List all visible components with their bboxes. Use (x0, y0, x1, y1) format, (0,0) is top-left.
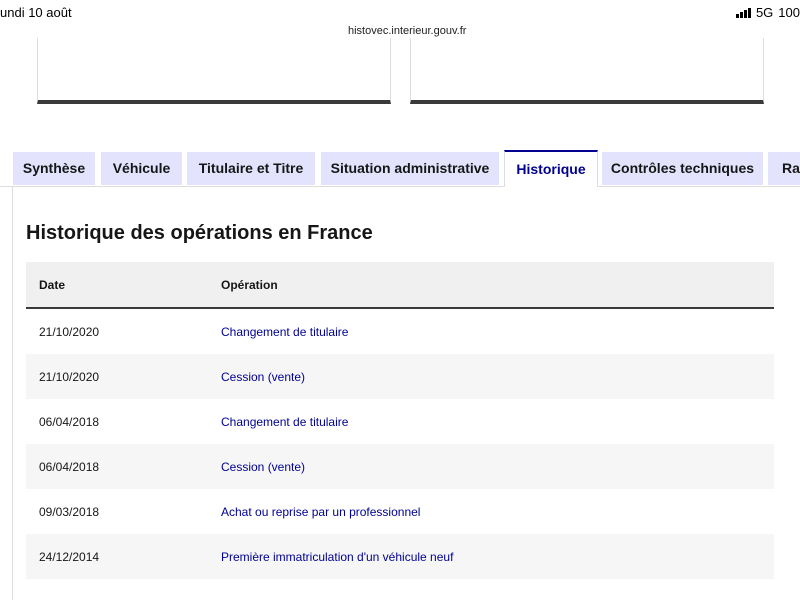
row-date: 06/04/2018 (26, 444, 221, 489)
row-date: 21/10/2020 (26, 354, 221, 399)
operation-link[interactable]: Cession (vente) (221, 460, 305, 474)
info-card-right (410, 38, 764, 104)
column-header-operation: Opération (221, 262, 774, 309)
row-operation: Changement de titulaire (221, 399, 774, 444)
row-date: 06/04/2018 (39, 414, 100, 429)
row-operation: Changement de titulaire (221, 308, 774, 354)
url-bar[interactable]: histovec.interieur.gouv.fr (338, 23, 477, 39)
tab-bar: Synthèse Véhicule Titulaire et Titre Sit… (0, 150, 800, 187)
table-row: 21/10/2020 Changement de titulaire (26, 308, 774, 354)
table-row: 21/10/2020 Cession (vente) (26, 354, 774, 399)
table-row: 06/04/2018 Cession (vente) (26, 444, 774, 489)
row-operation: Première immatriculation d'un véhicule n… (221, 534, 774, 579)
network-label: 5G (755, 5, 774, 20)
signal-icon (735, 7, 751, 18)
info-card-left (37, 38, 391, 104)
row-operation: Achat ou reprise par un professionnel (221, 489, 774, 534)
tab-rapport[interactable]: Rap (768, 152, 800, 185)
operation-link[interactable]: Cession (vente) (221, 370, 305, 384)
tab-controles-techniques[interactable]: Contrôles techniques (602, 152, 763, 185)
status-indicators: 5G 100 (735, 5, 800, 20)
tab-titulaire-et-titre[interactable]: Titulaire et Titre (187, 152, 315, 185)
panel-border (12, 186, 13, 600)
tab-historique[interactable]: Historique (504, 150, 598, 187)
row-date: 21/10/2020 (39, 324, 100, 339)
table-row: 09/03/2018 Achat ou reprise par un profe… (26, 489, 774, 534)
row-operation: Cession (vente) (221, 354, 774, 399)
row-operation: Cession (vente) (221, 444, 774, 489)
status-time: undi 10 août (0, 5, 72, 20)
row-date: 09/03/2018 (39, 504, 100, 519)
table-header-row: Date Opération (26, 262, 774, 309)
tab-vehicule[interactable]: Véhicule (101, 152, 182, 185)
operation-link[interactable]: Changement de titulaire (221, 325, 348, 339)
tab-situation-administrative[interactable]: Situation administrative (321, 152, 499, 185)
battery-label: 100 (778, 5, 800, 20)
section-title: Historique des opérations en France (26, 222, 373, 244)
table-row: 06/04/2018 Changement de titulaire (26, 399, 774, 444)
history-table: Date Opération 21/10/2020 Changement de … (26, 262, 774, 579)
operation-link[interactable]: Achat ou reprise par un professionnel (221, 505, 420, 519)
operation-link[interactable]: Première immatriculation d'un véhicule n… (221, 550, 453, 564)
operation-link[interactable]: Changement de titulaire (221, 415, 348, 429)
row-date: 24/12/2014 (26, 534, 221, 579)
column-header-date: Date (26, 262, 221, 309)
tab-synthese[interactable]: Synthèse (13, 152, 95, 185)
table-row: 24/12/2014 Première immatriculation d'un… (26, 534, 774, 579)
